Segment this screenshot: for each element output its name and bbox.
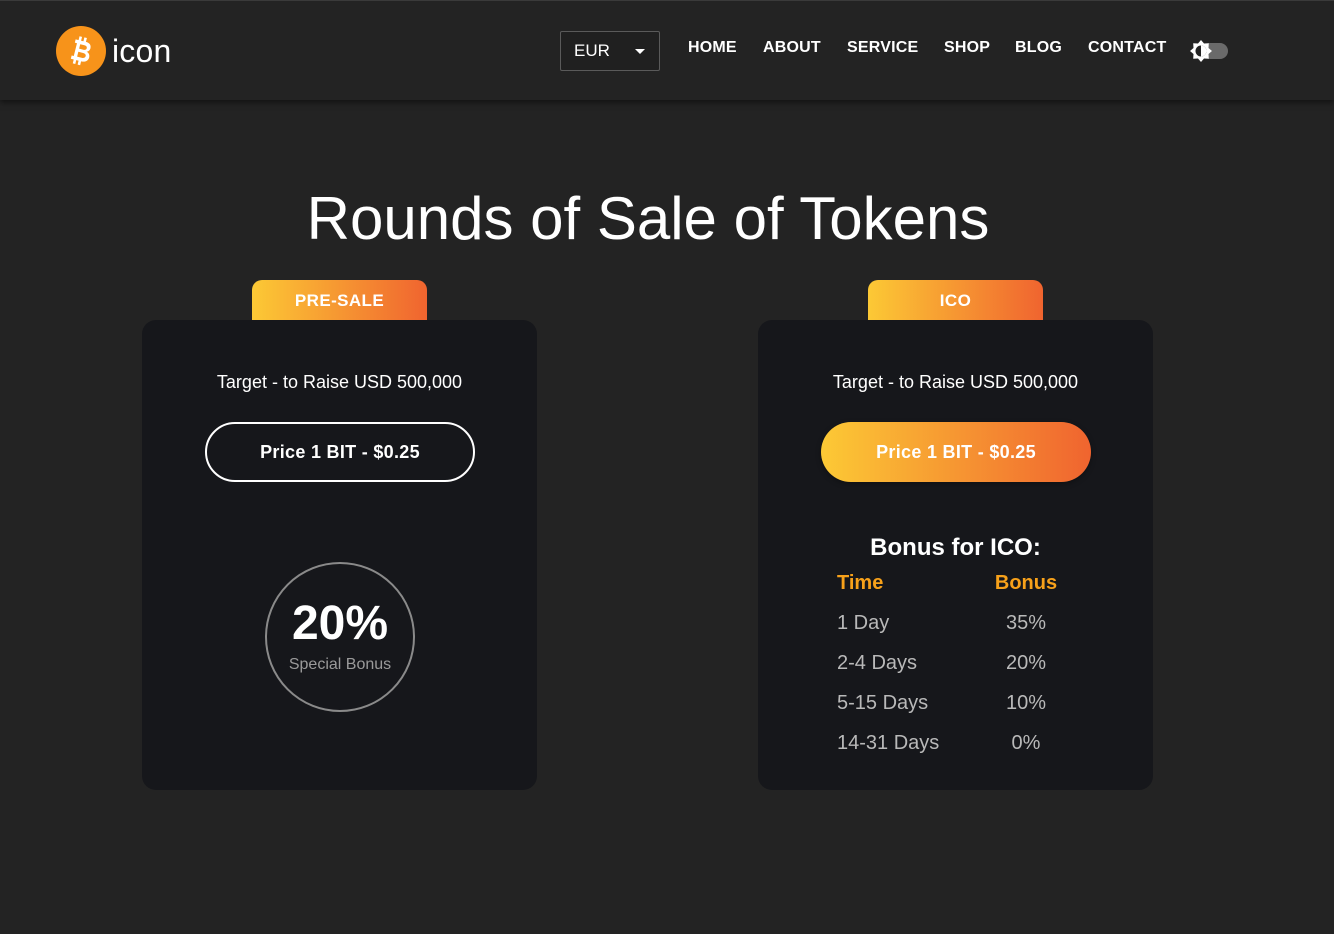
nav-item-about[interactable]: ABOUT xyxy=(763,39,821,57)
header-time: Time xyxy=(837,572,884,594)
table-row: 1 Day 35% xyxy=(758,610,1153,650)
theme-toggle[interactable] xyxy=(1190,40,1228,62)
special-bonus-badge: 20% Special Bonus xyxy=(265,562,415,712)
row-bonus: 20% xyxy=(1005,652,1047,674)
nav-item-home[interactable]: HOME xyxy=(688,39,737,57)
brand-logo[interactable]: icon xyxy=(56,26,172,76)
nav-item-service[interactable]: SERVICE xyxy=(847,39,918,57)
nav-item-contact[interactable]: CONTACT xyxy=(1088,39,1166,57)
brand-name: icon xyxy=(112,32,172,69)
ico-bonus-table: Time Bonus 1 Day 35% 2-4 Days 20% 5-15 D… xyxy=(758,570,1153,770)
header-bonus: Bonus xyxy=(994,572,1058,594)
section-title: Rounds of Sale of Tokens xyxy=(306,185,990,252)
nav-item-blog[interactable]: BLOG xyxy=(1015,39,1062,57)
row-time: 14-31 Days xyxy=(837,732,940,754)
special-bonus-percent: 20% xyxy=(291,597,389,650)
ico-card: Target - to Raise USD 500,000 Price 1 BI… xyxy=(758,320,1153,790)
currency-selected-value: EUR xyxy=(574,41,610,60)
presale-tab-label: PRE-SALE xyxy=(252,280,427,321)
special-bonus-label: Special Bonus xyxy=(288,656,392,673)
row-bonus: 10% xyxy=(1005,692,1047,714)
bitcoin-icon xyxy=(56,26,106,76)
row-time: 5-15 Days xyxy=(837,692,929,714)
row-time: 1 Day xyxy=(837,612,890,634)
table-row: 5-15 Days 10% xyxy=(758,690,1153,730)
ico-target-text: Target - to Raise USD 500,000 xyxy=(832,372,1079,392)
table-row: 2-4 Days 20% xyxy=(758,650,1153,690)
theme-toggle-icon xyxy=(1190,40,1212,62)
site-header: icon EUR HOME ABOUT SERVICE SHOP BLOG CO… xyxy=(0,0,1334,100)
chevron-down-icon xyxy=(635,49,645,54)
ico-bonus-title: Bonus for ICO: xyxy=(870,534,1041,561)
table-row: 14-31 Days 0% xyxy=(758,730,1153,770)
row-bonus: 35% xyxy=(1005,612,1047,634)
currency-select[interactable]: EUR xyxy=(560,31,660,71)
row-bonus: 0% xyxy=(1011,732,1041,754)
bonus-table-header: Time Bonus xyxy=(758,570,1153,610)
presale-card: Target - to Raise USD 500,000 Price 1 BI… xyxy=(142,320,537,790)
presale-target-text: Target - to Raise USD 500,000 xyxy=(216,372,463,392)
presale-price-button[interactable]: Price 1 BIT - $0.25 xyxy=(205,422,475,482)
row-time: 2-4 Days xyxy=(837,652,918,674)
ico-tab-label: ICO xyxy=(868,280,1043,321)
ico-price-button[interactable]: Price 1 BIT - $0.25 xyxy=(821,422,1091,482)
nav-item-shop[interactable]: SHOP xyxy=(944,39,990,57)
